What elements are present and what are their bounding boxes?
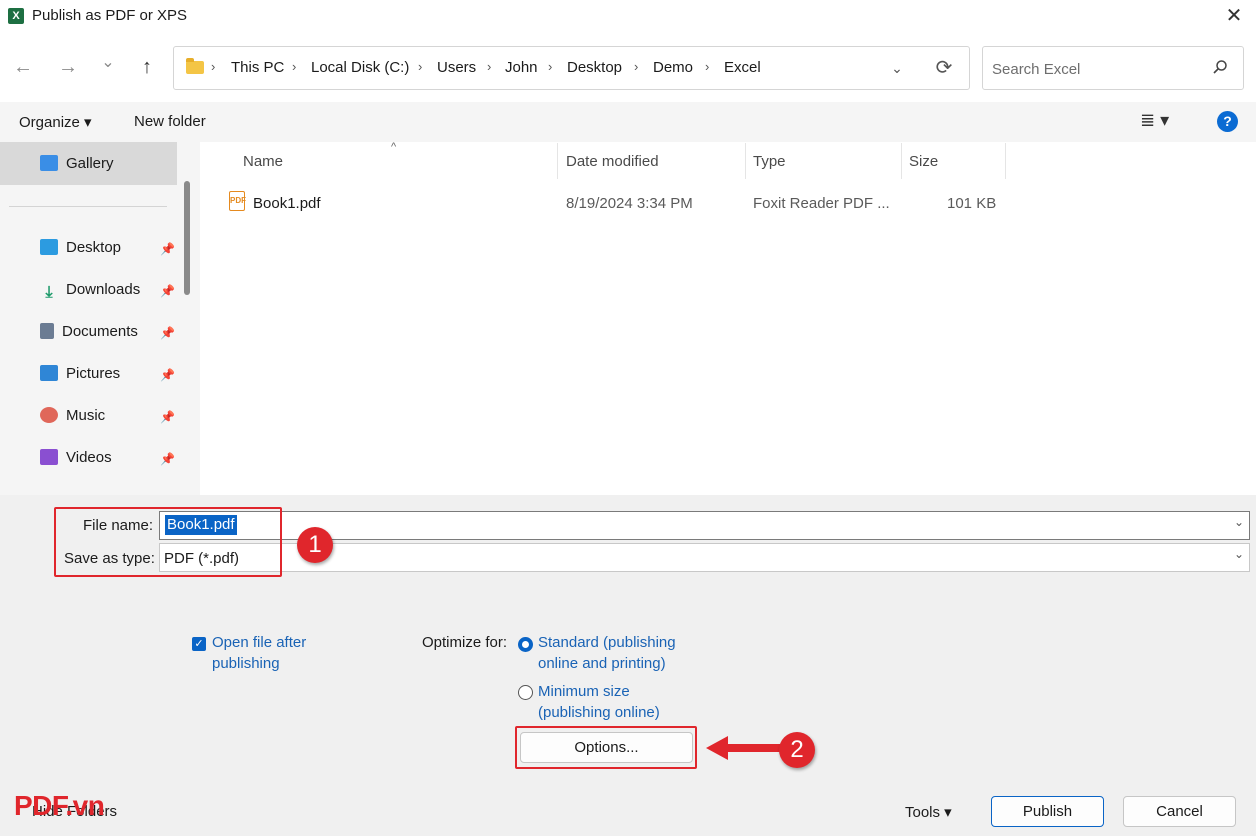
column-divider[interactable] bbox=[557, 143, 558, 179]
pin-icon[interactable]: 📌 bbox=[160, 410, 175, 424]
file-name-dropdown-chevron-icon[interactable]: ⌄ bbox=[1234, 515, 1244, 529]
breadcrumb-excel[interactable]: Excel bbox=[724, 59, 761, 76]
breadcrumb-separator: › bbox=[418, 59, 423, 74]
breadcrumb-separator: › bbox=[211, 59, 216, 74]
help-icon[interactable]: ? bbox=[1217, 111, 1238, 132]
navigation-pane bbox=[0, 142, 200, 495]
refresh-icon[interactable]: ⟳ bbox=[930, 54, 958, 82]
close-button[interactable]: ✕ bbox=[1220, 4, 1248, 28]
open-after-publishing-checkbox[interactable]: ✓ bbox=[192, 637, 206, 651]
sidebar-item-documents[interactable]: Documents bbox=[40, 323, 138, 345]
search-input[interactable] bbox=[992, 58, 1192, 80]
title-bar bbox=[0, 0, 1256, 33]
annotation-arrow-shaft bbox=[724, 744, 782, 752]
breadcrumb-separator: › bbox=[548, 59, 553, 74]
standard-radio[interactable] bbox=[518, 637, 533, 652]
back-arrow-icon[interactable]: ← bbox=[8, 52, 38, 82]
search-box[interactable] bbox=[982, 46, 1244, 90]
sidebar-divider bbox=[9, 206, 167, 207]
excel-icon: X bbox=[8, 8, 24, 24]
step-badge-2: 2 bbox=[779, 732, 815, 768]
pdf-file-icon: PDF bbox=[229, 191, 246, 211]
videos-icon bbox=[40, 449, 58, 465]
sidebar-item-videos[interactable]: Videos bbox=[40, 449, 112, 471]
breadcrumb-this-pc[interactable]: This PC bbox=[231, 59, 284, 76]
desktop-icon bbox=[40, 239, 58, 255]
window-title: Publish as PDF or XPS bbox=[32, 7, 188, 24]
breadcrumb-desktop[interactable]: Desktop bbox=[567, 59, 622, 76]
sidebar-item-desktop[interactable]: Desktop bbox=[40, 239, 121, 261]
file-name-cell[interactable]: Book1.pdf bbox=[253, 195, 321, 212]
breadcrumb-separator: › bbox=[487, 59, 492, 74]
view-options-icon[interactable]: ≣ ▾ bbox=[1140, 110, 1169, 131]
file-size-cell: 101 KB bbox=[947, 195, 997, 212]
column-header-date-modified[interactable]: Date modified bbox=[566, 153, 659, 170]
tools-menu-button[interactable]: Tools ▾ bbox=[905, 803, 952, 821]
forward-arrow-icon[interactable]: → bbox=[53, 52, 83, 82]
column-header-type[interactable]: Type bbox=[753, 153, 786, 170]
file-type-cell: Foxit Reader PDF ... bbox=[753, 195, 890, 212]
sort-ascending-icon: ^ bbox=[391, 141, 397, 153]
save-as-type-chevron-icon[interactable]: ⌄ bbox=[1234, 547, 1244, 561]
documents-icon bbox=[40, 323, 54, 339]
sidebar-item-downloads[interactable]: ⤓ Downloads bbox=[40, 281, 140, 303]
address-dropdown-chevron-icon[interactable]: ⌄ bbox=[886, 56, 908, 80]
cancel-button[interactable]: Cancel bbox=[1123, 796, 1236, 827]
pictures-icon bbox=[40, 365, 58, 381]
breadcrumb-demo[interactable]: Demo bbox=[653, 59, 693, 76]
pin-icon[interactable]: 📌 bbox=[160, 452, 175, 466]
pin-icon[interactable]: 📌 bbox=[160, 242, 175, 256]
open-after-publishing-label[interactable]: Open file after publishing bbox=[212, 632, 306, 674]
up-arrow-icon[interactable]: ↑ bbox=[132, 52, 162, 82]
breadcrumb-local-disk[interactable]: Local Disk (C:) bbox=[311, 59, 409, 76]
highlight-box-1 bbox=[54, 507, 282, 577]
new-folder-button[interactable]: New folder bbox=[134, 113, 206, 130]
sidebar-item-pictures[interactable]: Pictures bbox=[40, 365, 120, 387]
navigation-scrollbar[interactable] bbox=[184, 181, 190, 295]
breadcrumb-separator: › bbox=[705, 59, 710, 74]
column-header-name[interactable]: Name bbox=[243, 153, 283, 170]
recent-locations-chevron-icon[interactable]: ⌄ bbox=[93, 48, 123, 78]
highlight-box-2 bbox=[515, 726, 697, 769]
column-divider[interactable] bbox=[1005, 143, 1006, 179]
breadcrumb-john[interactable]: John bbox=[505, 59, 538, 76]
gallery-icon bbox=[40, 155, 58, 171]
sidebar-item-music[interactable]: Music bbox=[40, 407, 105, 429]
publish-button[interactable]: Publish bbox=[991, 796, 1104, 827]
column-header-size[interactable]: Size bbox=[909, 153, 938, 170]
pin-icon[interactable]: 📌 bbox=[160, 368, 175, 382]
music-icon bbox=[40, 407, 58, 423]
column-divider[interactable] bbox=[745, 143, 746, 179]
breadcrumb-separator: › bbox=[292, 59, 297, 74]
step-badge-1: 1 bbox=[297, 527, 333, 563]
breadcrumb-users[interactable]: Users bbox=[437, 59, 476, 76]
minimum-size-radio[interactable] bbox=[518, 685, 533, 700]
breadcrumb-separator: › bbox=[634, 59, 639, 74]
pin-icon[interactable]: 📌 bbox=[160, 284, 175, 298]
column-divider[interactable] bbox=[901, 143, 902, 179]
downloads-icon: ⤓ bbox=[45, 284, 53, 301]
folder-icon bbox=[186, 58, 204, 74]
minimum-size-option-label[interactable]: Minimum size (publishing online) bbox=[538, 681, 660, 723]
standard-option-label[interactable]: Standard (publishing online and printing… bbox=[538, 632, 676, 674]
watermark-logo: PDF.vn bbox=[14, 790, 105, 821]
optimize-for-label: Optimize for: bbox=[422, 634, 508, 651]
file-date-cell: 8/19/2024 3:34 PM bbox=[566, 195, 693, 212]
pin-icon[interactable]: 📌 bbox=[160, 326, 175, 340]
sidebar-item-gallery-label[interactable]: Gallery bbox=[40, 155, 114, 177]
annotation-arrow-icon bbox=[706, 736, 728, 760]
organize-menu-button[interactable]: Organize ▾ bbox=[19, 113, 92, 131]
search-icon[interactable] bbox=[1212, 59, 1228, 75]
